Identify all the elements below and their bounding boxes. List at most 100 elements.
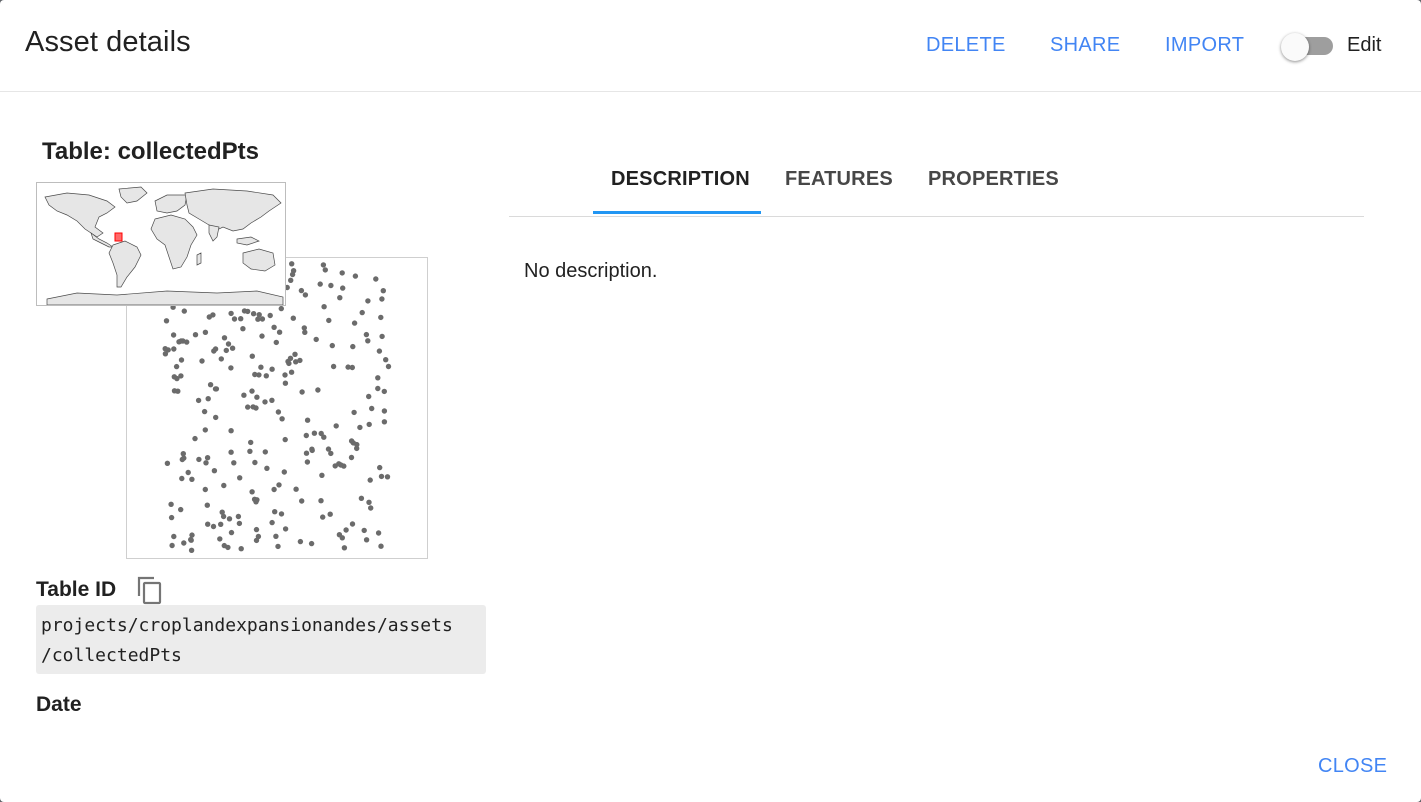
collected-point xyxy=(304,459,311,465)
edit-toggle[interactable] xyxy=(1281,33,1335,61)
collected-point xyxy=(218,521,224,527)
collected-point xyxy=(336,532,343,538)
collected-point xyxy=(350,343,356,350)
collected-point xyxy=(311,430,318,436)
collected-point xyxy=(273,533,279,539)
collected-point xyxy=(317,281,323,287)
collected-point xyxy=(384,474,391,480)
collected-point xyxy=(276,482,282,488)
collected-point xyxy=(228,365,234,371)
collected-point xyxy=(379,296,385,302)
collected-point xyxy=(381,408,388,414)
collected-point xyxy=(381,419,388,425)
collected-point xyxy=(289,261,295,267)
table-id-value: projects/croplandexpansionandes/assets /… xyxy=(36,605,486,674)
collected-point xyxy=(278,511,285,517)
collected-point xyxy=(273,339,279,346)
tab-features[interactable]: FEATURES xyxy=(785,168,893,191)
collected-point xyxy=(204,455,211,461)
collected-point xyxy=(354,445,360,452)
collected-point xyxy=(259,333,265,339)
edit-toggle-thumb xyxy=(1281,33,1309,61)
collected-point xyxy=(379,333,385,340)
collected-point xyxy=(217,536,223,542)
collected-point xyxy=(202,329,209,335)
collected-point xyxy=(211,468,218,474)
collected-point xyxy=(290,315,296,321)
collected-point xyxy=(363,331,370,338)
collected-point xyxy=(367,477,373,483)
collected-point xyxy=(299,498,305,504)
collected-point xyxy=(189,476,195,482)
collected-point xyxy=(376,348,383,354)
collected-point xyxy=(321,304,327,310)
collected-point xyxy=(231,460,237,466)
collected-point xyxy=(253,526,260,533)
collected-point xyxy=(319,472,325,478)
asset-details-dialog: Asset details DELETE SHARE IMPORT Edit T… xyxy=(0,0,1421,802)
collected-point xyxy=(218,356,224,362)
table-id-line-1: projects/croplandexpansionandes/assets xyxy=(41,615,453,636)
collected-point xyxy=(221,335,228,341)
collected-point xyxy=(380,288,386,294)
copy-icon[interactable] xyxy=(136,575,164,605)
collected-point xyxy=(192,435,198,442)
tab-properties[interactable]: PROPERTIES xyxy=(928,168,1059,191)
delete-button[interactable]: DELETE xyxy=(926,34,1006,57)
collected-point xyxy=(202,486,208,493)
dialog-header: Asset details DELETE SHARE IMPORT Edit xyxy=(0,0,1421,92)
share-button[interactable]: SHARE xyxy=(1050,34,1120,57)
collected-point xyxy=(361,527,367,534)
collected-point xyxy=(171,346,177,352)
collected-point xyxy=(180,338,186,344)
collected-point xyxy=(168,514,175,521)
collected-point xyxy=(358,495,365,501)
collected-point xyxy=(272,509,278,515)
collected-point xyxy=(378,314,384,321)
collected-point xyxy=(199,358,205,364)
collected-point xyxy=(252,459,258,466)
collected-point xyxy=(173,363,180,370)
collected-point xyxy=(178,357,185,363)
collected-point xyxy=(322,267,328,273)
collected-point xyxy=(185,469,191,476)
active-tab-indicator xyxy=(593,211,761,214)
collected-point xyxy=(213,414,219,421)
collected-point xyxy=(269,366,275,372)
collected-point xyxy=(254,394,260,400)
collected-point xyxy=(263,373,269,379)
collected-point xyxy=(171,374,177,380)
collected-point xyxy=(223,347,229,354)
collected-point xyxy=(375,375,381,381)
collected-point xyxy=(262,399,268,405)
collected-point xyxy=(269,519,275,526)
collected-point xyxy=(318,430,324,437)
collected-point xyxy=(287,355,294,361)
collected-point xyxy=(271,486,277,493)
collected-point xyxy=(249,353,255,359)
collected-point xyxy=(282,380,289,386)
collected-point xyxy=(206,314,212,320)
collected-point xyxy=(258,364,264,370)
collected-point xyxy=(204,502,210,508)
collected-point xyxy=(351,320,358,326)
collected-point xyxy=(192,332,199,338)
close-button[interactable]: CLOSE xyxy=(1318,755,1387,778)
collected-point xyxy=(212,346,219,352)
collected-point xyxy=(254,497,260,503)
collected-point xyxy=(349,521,356,527)
collected-point xyxy=(375,385,381,392)
collected-point xyxy=(303,450,310,456)
import-button[interactable]: IMPORT xyxy=(1165,34,1244,57)
tab-description[interactable]: DESCRIPTION xyxy=(611,168,750,191)
collected-point xyxy=(228,449,234,455)
collected-point xyxy=(337,295,343,301)
collected-point xyxy=(282,436,288,443)
collected-point xyxy=(163,318,170,324)
collected-point xyxy=(276,329,283,335)
collected-point xyxy=(220,513,227,520)
collected-point xyxy=(340,285,346,291)
collected-point xyxy=(288,369,295,375)
collected-point xyxy=(281,469,287,475)
collected-point xyxy=(315,387,321,393)
